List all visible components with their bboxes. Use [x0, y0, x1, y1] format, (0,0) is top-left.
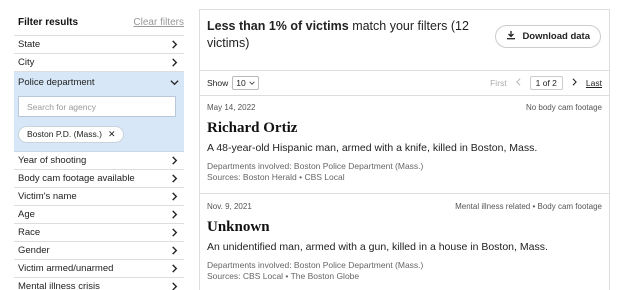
chevron-down-icon	[249, 78, 255, 88]
filter-label: Gender	[18, 244, 50, 256]
victim-record: May 14, 2022 No body cam footage Richard…	[207, 102, 602, 183]
filter-armed[interactable]: Victim armed/unarmed	[14, 260, 184, 278]
pager: First 1 of 2 Last	[490, 76, 602, 90]
last-page-link[interactable]: Last	[586, 78, 602, 88]
chevron-right-icon[interactable]	[571, 78, 578, 88]
filter-gender[interactable]: Gender	[14, 242, 184, 260]
close-icon[interactable]: ✕	[108, 129, 116, 140]
victim-description: A 48-year-old Hispanic man, armed with a…	[207, 142, 538, 154]
clear-filters-link[interactable]: Clear filters	[133, 17, 184, 28]
chevron-right-icon	[168, 39, 180, 51]
filter-police-department-panel: Police department Boston P.D. (Mass.) ✕	[14, 72, 184, 152]
sources: Sources: Boston Herald • CBS Local	[207, 172, 345, 182]
chevron-right-icon	[168, 190, 180, 202]
filter-label: Body cam footage available	[18, 172, 135, 184]
record-details: Departments involved: Boston Police Depa…	[207, 260, 602, 282]
filter-label: Race	[18, 226, 41, 238]
chevron-right-icon	[168, 172, 180, 184]
filter-race[interactable]: Race	[14, 224, 184, 242]
chevron-right-icon	[168, 208, 180, 220]
chip-label: Boston P.D. (Mass.)	[27, 129, 102, 139]
filter-victim-name[interactable]: Victim's name	[14, 188, 184, 206]
record-tags: Mental illness related • Body cam footag…	[455, 201, 602, 211]
chevron-right-icon	[168, 226, 180, 238]
page-size-select[interactable]: 10	[232, 76, 259, 90]
record-date: Nov. 9, 2021	[207, 201, 252, 211]
filter-label: Age	[18, 208, 35, 220]
headline-highlight: Less than 1% of victims	[207, 19, 349, 33]
chevron-right-icon	[168, 280, 180, 290]
filter-year[interactable]: Year of shooting	[14, 152, 184, 170]
results-panel: Less than 1% of victims match your filte…	[199, 9, 610, 290]
record-meta: May 14, 2022 No body cam footage	[207, 102, 602, 112]
chevron-right-icon	[168, 57, 180, 69]
pagination-bar: Show 10 First 1 of 2 Last	[200, 70, 609, 96]
show-label: Show	[207, 78, 229, 88]
victim-description: An unidentified man, armed with a gun, k…	[207, 241, 548, 253]
chevron-right-icon	[168, 154, 180, 166]
page-indicator: 1 of 2	[529, 76, 563, 90]
record-date: May 14, 2022	[207, 102, 256, 112]
filter-title: Filter results	[18, 17, 79, 28]
filter-sidebar: Filter results Clear filters State City …	[14, 10, 184, 290]
record-details: Departments involved: Boston Police Depa…	[207, 161, 602, 183]
filter-mental-illness[interactable]: Mental illness crisis	[14, 278, 184, 290]
victim-record: Nov. 9, 2021 Mental illness related • Bo…	[207, 201, 602, 282]
record-tags: No body cam footage	[525, 102, 602, 112]
filter-state[interactable]: State	[14, 36, 184, 54]
results-headline: Less than 1% of victims match your filte…	[207, 18, 487, 52]
chip-container: Boston P.D. (Mass.) ✕	[14, 121, 184, 151]
download-data-button[interactable]: Download data	[495, 25, 601, 48]
agency-search-box	[18, 96, 176, 117]
filter-city[interactable]: City	[14, 54, 184, 72]
download-icon	[506, 30, 516, 43]
selected-agency-chip: Boston P.D. (Mass.) ✕	[18, 125, 124, 143]
page-size-value: 10	[236, 78, 246, 88]
record-meta: Nov. 9, 2021 Mental illness related • Bo…	[207, 201, 602, 211]
departments-involved: Departments involved: Boston Police Depa…	[207, 260, 424, 270]
first-page-link[interactable]: First	[490, 78, 507, 88]
filter-age[interactable]: Age	[14, 206, 184, 224]
filter-label: City	[18, 57, 35, 68]
download-label: Download data	[522, 31, 590, 42]
departments-involved: Departments involved: Boston Police Depa…	[207, 161, 424, 171]
chevron-right-icon	[168, 262, 180, 274]
chevron-right-icon	[168, 244, 180, 256]
filter-label: Victim armed/unarmed	[18, 262, 114, 274]
victim-name[interactable]: Richard Ortiz	[207, 120, 602, 137]
filter-header: Filter results Clear filters	[14, 10, 184, 36]
filter-label: Police department	[18, 76, 95, 88]
chevron-down-icon	[168, 76, 180, 88]
victim-name[interactable]: Unknown	[207, 219, 602, 236]
filter-police-department[interactable]: Police department	[14, 72, 184, 92]
filter-label: Mental illness crisis	[18, 280, 100, 290]
filter-label: State	[18, 39, 41, 50]
filter-label: Year of shooting	[18, 154, 87, 166]
filter-label: Victim's name	[18, 190, 77, 202]
chevron-left-icon[interactable]	[515, 78, 522, 88]
record-divider	[200, 193, 609, 194]
agency-search-input[interactable]	[27, 101, 175, 112]
filter-body-cam[interactable]: Body cam footage available	[14, 170, 184, 188]
sources: Sources: CBS Local • The Boston Globe	[207, 271, 360, 281]
